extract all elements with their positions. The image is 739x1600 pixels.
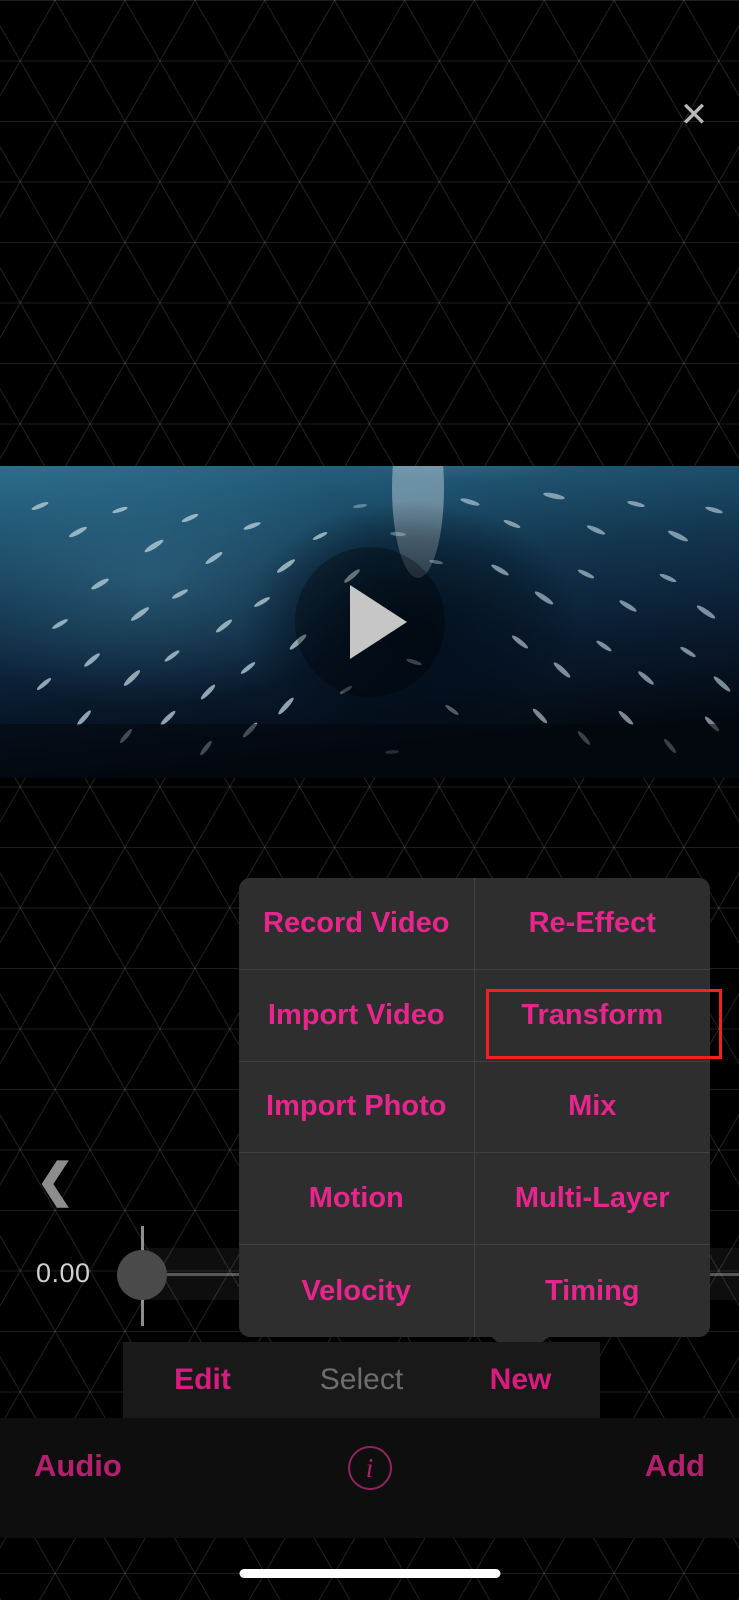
mode-tabbar: Edit Select New bbox=[123, 1342, 600, 1418]
bottom-toolbar: Audio i Add bbox=[0, 1418, 739, 1538]
audio-button[interactable]: Audio bbox=[34, 1448, 122, 1484]
time-readout: 0.00 bbox=[36, 1258, 91, 1288]
play-triangle bbox=[350, 585, 407, 659]
new-menu-popup: Record Video Re-Effect Import Video Tran… bbox=[239, 878, 710, 1337]
menu-item-import-video[interactable]: Import Video bbox=[239, 969, 475, 1062]
add-button[interactable]: Add bbox=[645, 1448, 705, 1484]
menu-item-record-video[interactable]: Record Video bbox=[239, 878, 475, 970]
menu-item-transform[interactable]: Transform bbox=[474, 970, 710, 1062]
menu-item-mix[interactable]: Mix bbox=[474, 1062, 710, 1154]
video-preview[interactable] bbox=[0, 466, 739, 778]
tab-new[interactable]: New bbox=[441, 1363, 600, 1397]
playhead-handle[interactable] bbox=[117, 1250, 167, 1300]
menu-item-motion[interactable]: Motion bbox=[239, 1153, 475, 1246]
home-indicator bbox=[239, 1569, 500, 1578]
tab-select[interactable]: Select bbox=[282, 1363, 441, 1397]
previous-clip-icon[interactable]: ❮ bbox=[36, 1152, 78, 1208]
menu-item-re-effect[interactable]: Re-Effect bbox=[474, 878, 710, 970]
tab-edit[interactable]: Edit bbox=[123, 1363, 282, 1397]
menu-item-timing[interactable]: Timing bbox=[475, 1245, 711, 1337]
menu-item-velocity[interactable]: Velocity bbox=[239, 1245, 475, 1337]
close-icon[interactable]: ✕ bbox=[671, 92, 717, 138]
app-root: ✕ ❮ 0.00 Record Video Re-Effect Import V… bbox=[0, 0, 739, 1600]
menu-item-import-photo[interactable]: Import Photo bbox=[239, 1061, 475, 1154]
play-icon[interactable] bbox=[294, 547, 445, 697]
menu-item-multi-layer[interactable]: Multi-Layer bbox=[474, 1153, 710, 1246]
info-icon[interactable]: i bbox=[347, 1446, 392, 1490]
